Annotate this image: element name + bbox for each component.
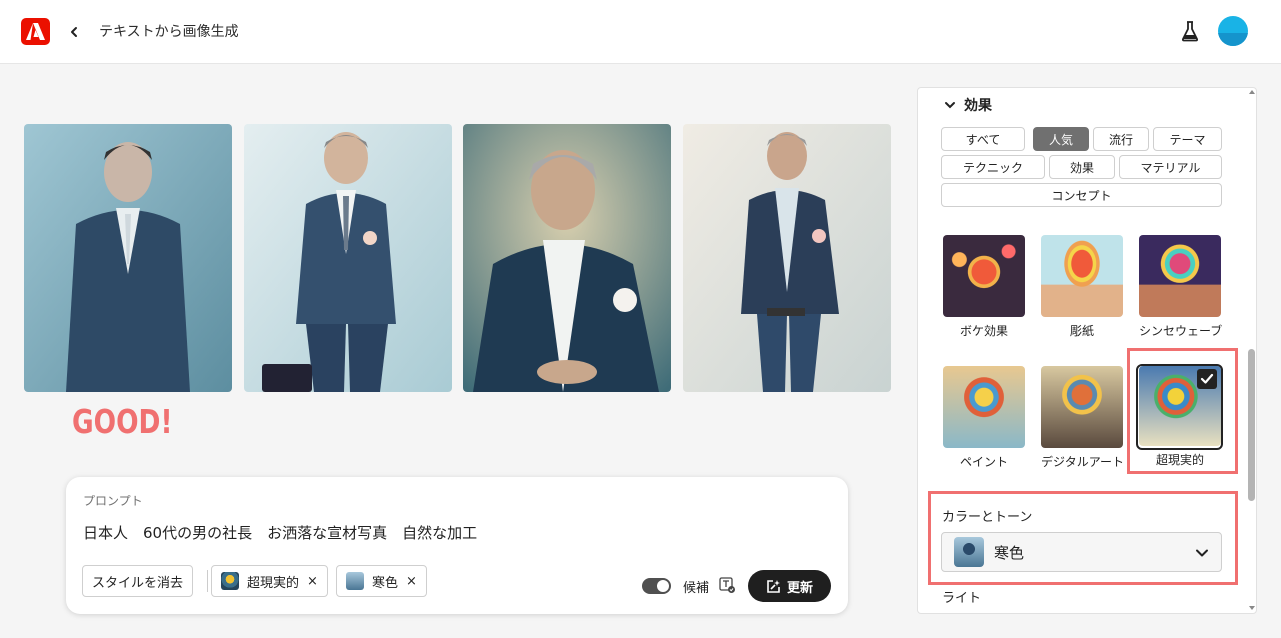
panel-scrollbar[interactable] xyxy=(1246,87,1257,614)
divider xyxy=(207,570,208,592)
filter-tab-trending[interactable]: 流行 xyxy=(1093,127,1149,151)
style-label: 彫紙 xyxy=(1069,324,1094,338)
style-paper[interactable]: 彫紙 xyxy=(1041,235,1123,339)
paper-thumb xyxy=(1041,235,1123,317)
back-button[interactable] xyxy=(66,20,84,44)
style-label: ペイント xyxy=(959,455,1008,469)
chip-label: 超現実的 xyxy=(247,575,300,591)
prompt-label: プロンプト xyxy=(83,494,143,508)
adobe-logo[interactable] xyxy=(21,18,50,45)
filter-tab-concept[interactable]: コンセプト xyxy=(941,183,1222,207)
chevron-down-icon xyxy=(1196,549,1208,557)
generated-image[interactable] xyxy=(463,124,671,392)
filter-tab-popular[interactable]: 人気 xyxy=(1033,127,1089,151)
style-bokeh[interactable]: ボケ効果 xyxy=(943,235,1025,339)
text-suggest-icon[interactable] xyxy=(719,577,736,598)
filter-tab-material[interactable]: マテリアル xyxy=(1119,155,1222,179)
labs-button[interactable] xyxy=(1181,20,1199,46)
balloon-thumb-icon xyxy=(221,572,239,590)
bokeh-thumb xyxy=(943,235,1025,317)
remove-chip-icon[interactable]: × xyxy=(307,574,318,589)
clear-style-label: スタイルを消去 xyxy=(92,575,184,591)
filter-tab-technique[interactable]: テクニック xyxy=(941,155,1045,179)
digital-art-thumb xyxy=(1041,366,1123,448)
remove-chip-icon[interactable]: × xyxy=(406,574,417,589)
color-tone-label: カラーとトーン xyxy=(942,510,1033,525)
highlight-box-style xyxy=(1127,348,1238,474)
chevron-left-icon xyxy=(71,27,77,37)
generated-image[interactable] xyxy=(24,124,232,392)
prompt-input[interactable]: 日本人 60代の男の社長 お洒落な宣材写真 自然な加工 xyxy=(83,522,477,543)
scroll-thumb[interactable] xyxy=(1248,349,1255,501)
prompt-panel: プロンプト 日本人 60代の男の社長 お洒落な宣材写真 自然な加工 スタイルを消… xyxy=(66,477,848,614)
generate-icon xyxy=(767,579,780,593)
cool-color-thumb-icon xyxy=(954,537,984,567)
top-bar: テキストから画像生成 xyxy=(0,0,1281,64)
clear-style-button[interactable]: スタイルを消去 xyxy=(82,565,194,597)
style-label: デジタルアート xyxy=(1041,455,1125,469)
generated-image[interactable] xyxy=(244,124,452,392)
effects-section-header[interactable]: 効果 xyxy=(944,95,992,115)
style-chip-cool-color[interactable]: 寒色 × xyxy=(336,565,427,597)
effects-title: 効果 xyxy=(964,98,992,114)
flask-icon xyxy=(1181,21,1199,42)
style-synthwave[interactable]: シンセウェーブ xyxy=(1139,235,1223,339)
style-label: ボケ効果 xyxy=(959,324,1008,338)
light-section-label[interactable]: ライト xyxy=(942,587,981,606)
cool-color-thumb-icon xyxy=(346,572,364,590)
good-annotation: GOOD! xyxy=(72,402,173,441)
paint-thumb xyxy=(943,366,1025,448)
filter-tab-theme[interactable]: テーマ xyxy=(1153,127,1222,151)
style-chip-surreal[interactable]: 超現実的 × xyxy=(211,565,328,597)
color-tone-dropdown[interactable]: 寒色 xyxy=(941,532,1222,572)
candidates-label: 候補 xyxy=(683,581,710,596)
user-avatar[interactable] xyxy=(1218,16,1248,46)
update-button[interactable]: 更新 xyxy=(748,570,831,602)
generated-image[interactable] xyxy=(683,124,891,392)
scroll-up-icon[interactable] xyxy=(1249,90,1255,94)
candidates-toggle[interactable] xyxy=(642,578,671,594)
update-label: 更新 xyxy=(786,580,813,596)
style-paint[interactable]: ペイント xyxy=(943,366,1025,470)
style-digital-art[interactable]: デジタルアート xyxy=(1041,366,1125,470)
scroll-down-icon[interactable] xyxy=(1249,606,1255,610)
chip-label: 寒色 xyxy=(372,575,399,591)
color-tone-value: 寒色 xyxy=(994,543,1025,562)
synthwave-thumb xyxy=(1139,235,1221,317)
style-label: シンセウェーブ xyxy=(1139,324,1223,338)
chevron-down-icon xyxy=(945,102,955,109)
filter-tab-effect[interactable]: 効果 xyxy=(1049,155,1115,179)
filter-tab-all[interactable]: すべて xyxy=(941,127,1025,151)
page-title: テキストから画像生成 xyxy=(99,24,239,40)
